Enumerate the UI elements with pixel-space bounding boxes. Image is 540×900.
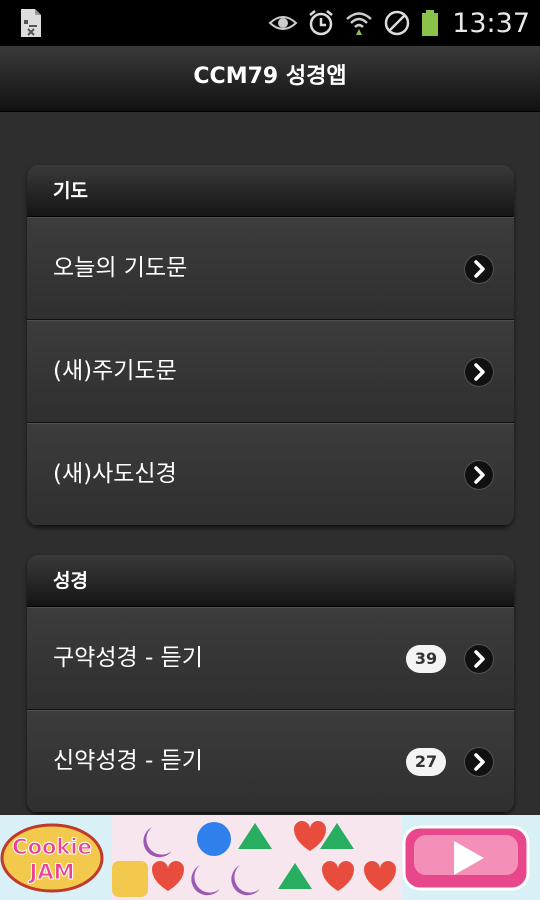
cookie-jam-logo: Cookie JAM bbox=[0, 823, 104, 893]
list-item-old-testament[interactable]: 구약성경 - 듣기 39 bbox=[27, 607, 514, 710]
bible-group: 성경 구약성경 - 듣기 39 신약성경 - 듣기 27 bbox=[27, 555, 514, 813]
wifi-icon bbox=[346, 12, 373, 35]
document-notification-icon bbox=[21, 9, 41, 37]
chevron-right-icon bbox=[464, 460, 494, 490]
play-button[interactable] bbox=[402, 825, 530, 891]
list-item-lords-prayer[interactable]: (새)주기도문 bbox=[27, 320, 514, 423]
group-header-bible: 성경 bbox=[27, 555, 514, 607]
do-not-disturb-icon bbox=[384, 10, 410, 36]
list-item-label: 구약성경 - 듣기 bbox=[53, 645, 203, 671]
list-item-todays-prayer[interactable]: 오늘의 기도문 bbox=[27, 217, 514, 320]
chevron-right-icon bbox=[464, 254, 494, 284]
status-bar: 13:37 bbox=[0, 0, 540, 46]
chevron-right-icon bbox=[464, 644, 494, 674]
svg-text:Cookie: Cookie bbox=[12, 835, 92, 859]
chevron-right-icon bbox=[464, 357, 494, 387]
main-content[interactable]: 기도 오늘의 기도문 (새)주기도문 (새)사도신경 성경 구약성경 - 듣기 … bbox=[0, 112, 540, 815]
list-item-label: (새)주기도문 bbox=[53, 358, 177, 384]
app-header: CCM79 성경앱 bbox=[0, 46, 540, 112]
list-item-label: 오늘의 기도문 bbox=[53, 255, 188, 281]
page-title: CCM79 성경앱 bbox=[193, 64, 347, 89]
list-item-new-testament[interactable]: 신약성경 - 듣기 27 bbox=[27, 710, 514, 813]
battery-icon bbox=[422, 10, 439, 36]
alarm-icon bbox=[309, 10, 333, 36]
list-item-label: (새)사도신경 bbox=[53, 461, 177, 487]
list-item-label: 신약성경 - 듣기 bbox=[53, 748, 203, 774]
list-item-apostles-creed[interactable]: (새)사도신경 bbox=[27, 423, 514, 526]
chevron-right-icon bbox=[464, 747, 494, 777]
count-badge: 39 bbox=[406, 645, 446, 673]
clock: 13:37 bbox=[452, 7, 530, 39]
eye-icon bbox=[268, 16, 298, 30]
svg-text:JAM: JAM bbox=[28, 860, 75, 884]
ad-banner[interactable]: Cookie JAM bbox=[0, 815, 540, 900]
count-badge: 27 bbox=[406, 748, 446, 776]
candy-board-image bbox=[112, 815, 402, 900]
prayer-group: 기도 오늘의 기도문 (새)주기도문 (새)사도신경 bbox=[27, 165, 514, 526]
group-header-prayer: 기도 bbox=[27, 165, 514, 217]
